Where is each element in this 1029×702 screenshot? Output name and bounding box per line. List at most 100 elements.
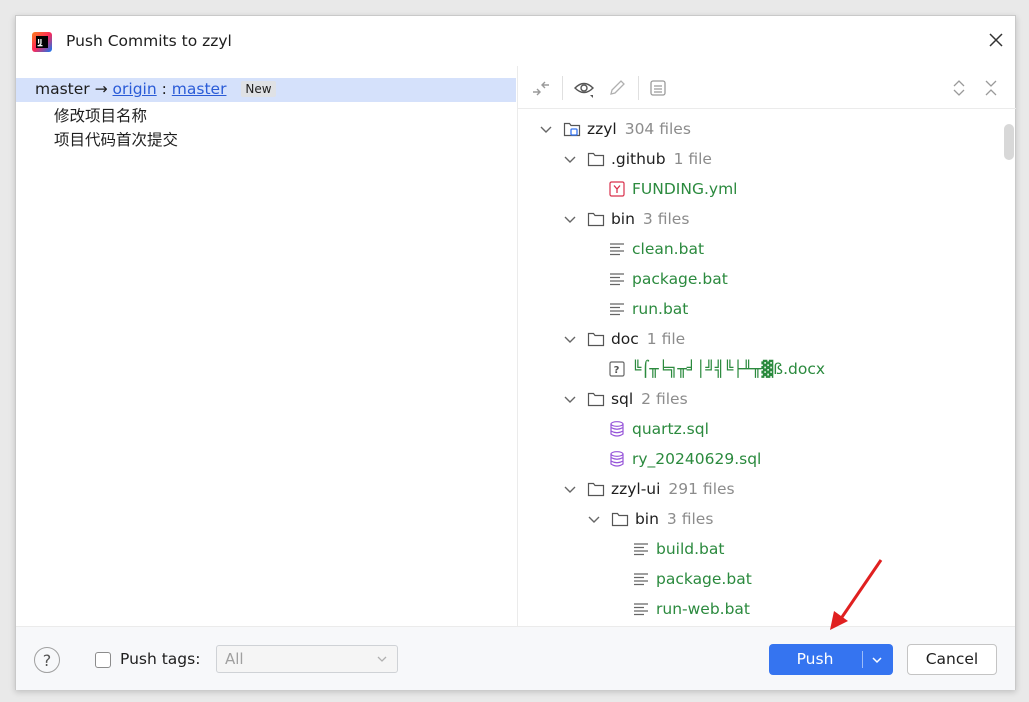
- commit-item[interactable]: 项目代码首次提交: [54, 128, 178, 150]
- database-icon: [610, 420, 624, 437]
- chevron-down-icon[interactable]: [560, 329, 582, 351]
- text-file-icon: [610, 242, 624, 255]
- collapse-all-icon[interactable]: [980, 77, 1002, 99]
- svg-text:?: ?: [614, 365, 620, 376]
- chevron-down-icon[interactable]: [584, 509, 606, 531]
- node-name: package.bat: [656, 570, 752, 588]
- file-count: 2 files: [641, 390, 688, 408]
- node-name: .github: [610, 150, 666, 168]
- tree-node-file[interactable]: ry_20240629.sql: [608, 444, 761, 474]
- node-name: run-web.bat: [656, 600, 751, 618]
- expand-all-icon[interactable]: [948, 77, 970, 99]
- chevron-down-icon[interactable]: [560, 389, 582, 411]
- folder-icon: [611, 512, 629, 526]
- arrow-right-icon: →: [94, 80, 108, 98]
- push-commits-dialog: IJ Push Commits to zzyl master → origin …: [15, 15, 1016, 690]
- changelist-icon[interactable]: [647, 77, 669, 99]
- changes-tree: zzyl 304 files .github 1 file FUNDING.yml …: [518, 114, 998, 626]
- local-branch: master: [35, 80, 90, 98]
- node-name: sql: [610, 390, 634, 408]
- module-folder-icon: [563, 122, 581, 136]
- remote-branch-link[interactable]: master: [172, 80, 227, 98]
- chevron-down-icon[interactable]: [560, 479, 582, 501]
- branch-label: master → origin : master New: [35, 80, 276, 98]
- file-count: 3 files: [666, 510, 714, 528]
- folder-icon: [587, 212, 605, 226]
- tree-node-file[interactable]: package.bat: [632, 564, 752, 594]
- tree-node-folder[interactable]: bin 3 files: [560, 204, 689, 234]
- eye-icon[interactable]: [573, 77, 595, 99]
- node-name: FUNDING.yml: [632, 180, 738, 198]
- cancel-button[interactable]: Cancel: [907, 644, 997, 675]
- tree-node-module[interactable]: zzyl 304 files: [536, 114, 691, 144]
- file-count: 291 files: [668, 480, 735, 498]
- chevron-down-icon[interactable]: [536, 119, 558, 141]
- dialog-title: Push Commits to zzyl: [66, 32, 232, 50]
- toolbar-separator: [562, 76, 563, 100]
- node-name: doc: [610, 330, 639, 348]
- push-options-chevron-icon[interactable]: [869, 652, 885, 668]
- file-count: 3 files: [642, 210, 690, 228]
- tree-node-folder[interactable]: .github 1 file: [560, 144, 712, 174]
- diff-icon[interactable]: [530, 77, 552, 99]
- svg-text:IJ: IJ: [37, 38, 42, 46]
- text-file-icon: [634, 542, 648, 555]
- commits-panel: master → origin : master New 修改项目名称 项目代码…: [16, 66, 516, 626]
- changes-panel: zzyl 304 files .github 1 file FUNDING.yml …: [517, 66, 1016, 626]
- tree-node-file[interactable]: FUNDING.yml: [608, 174, 737, 204]
- dialog-footer: ? Push tags: All Push Cancel: [16, 626, 1015, 690]
- tree-node-folder[interactable]: bin 3 files: [584, 504, 713, 534]
- changes-toolbar: [518, 66, 1016, 109]
- tree-node-file[interactable]: ? ╚⌠╥╘╗╥╛│╝╣╚├╨╥▓ß.docx: [608, 354, 825, 384]
- chevron-down-icon[interactable]: [560, 149, 582, 171]
- text-file-icon: [634, 602, 648, 615]
- title-bar: IJ Push Commits to zzyl: [16, 16, 1015, 66]
- tree-node-file[interactable]: run-web.bat: [632, 594, 750, 624]
- node-name: zzyl: [586, 120, 617, 138]
- node-name: build.bat: [656, 540, 725, 558]
- push-split-separator: [862, 651, 863, 668]
- node-name: bin: [610, 210, 635, 228]
- push-tags-label: Push tags:: [120, 650, 201, 668]
- push-button[interactable]: Push: [769, 644, 893, 675]
- node-name: zzyl-ui: [610, 480, 661, 498]
- push-tags-value: All: [225, 650, 244, 668]
- tree-scrollbar[interactable]: [1004, 124, 1014, 160]
- node-name: bin: [634, 510, 659, 528]
- chevron-down-icon[interactable]: [560, 209, 582, 231]
- push-tags-checkbox[interactable]: [95, 652, 111, 668]
- file-count: 1 file: [646, 330, 686, 348]
- node-name: clean.bat: [632, 240, 705, 258]
- file-count: 304 files: [624, 120, 691, 138]
- toolbar-separator: [638, 76, 639, 100]
- tree-node-file[interactable]: package.bat: [608, 264, 728, 294]
- push-button-label: Push: [796, 650, 834, 668]
- tree-node-file[interactable]: build.bat: [632, 534, 724, 564]
- tree-node-folder[interactable]: zzyl-ui 291 files: [560, 474, 735, 504]
- commit-item[interactable]: 修改项目名称: [54, 104, 147, 126]
- branch-separator: :: [161, 80, 167, 98]
- push-tags-select[interactable]: All: [216, 645, 398, 673]
- tree-node-folder[interactable]: doc 1 file: [560, 324, 685, 354]
- remote-name-link[interactable]: origin: [113, 80, 157, 98]
- tree-node-folder[interactable]: sql 2 files: [560, 384, 688, 414]
- edit-icon[interactable]: [606, 77, 628, 99]
- tree-node-file[interactable]: quartz.sql: [608, 414, 709, 444]
- text-file-icon: [610, 272, 624, 285]
- node-name: ╚⌠╥╘╗╥╛│╝╣╚├╨╥▓ß.docx: [632, 360, 826, 378]
- database-icon: [610, 450, 624, 467]
- tree-node-file[interactable]: clean.bat: [608, 234, 704, 264]
- node-name: package.bat: [632, 270, 728, 288]
- help-button[interactable]: ?: [34, 647, 60, 673]
- intellij-idea-icon: IJ: [32, 32, 52, 52]
- unknown-file-icon: ?: [609, 360, 625, 377]
- folder-icon: [587, 482, 605, 496]
- tree-node-file[interactable]: run.bat: [608, 294, 688, 324]
- node-name: ry_20240629.sql: [632, 450, 762, 468]
- close-icon[interactable]: [986, 30, 1006, 50]
- folder-icon: [587, 152, 605, 166]
- node-name: run.bat: [632, 300, 689, 318]
- node-name: quartz.sql: [632, 420, 709, 438]
- chevron-down-icon: [377, 656, 387, 662]
- branch-row[interactable]: master → origin : master New: [16, 78, 516, 102]
